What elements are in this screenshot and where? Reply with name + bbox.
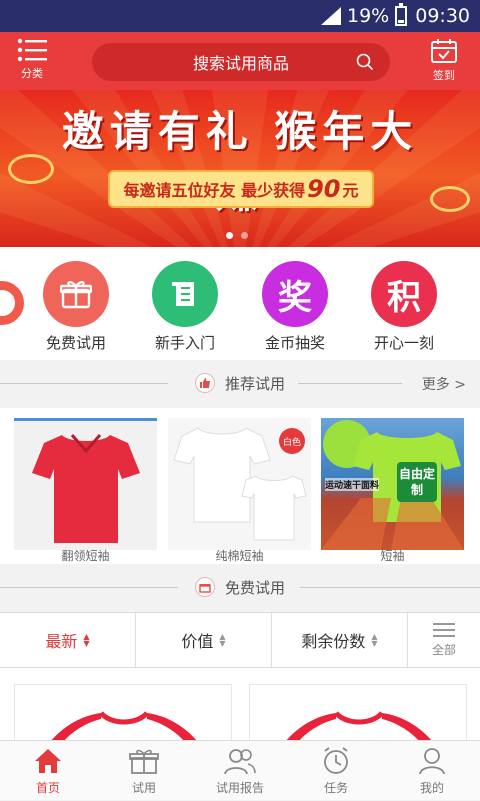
product-caption: 纯棉短袖 [215,549,264,563]
ji-icon: 积 [371,261,437,327]
raglan-tshirt-image [51,711,197,740]
promo-badge: 自由定制 [397,462,437,502]
red-polo-shirt-image [14,418,157,550]
nav-label: 首页 [35,780,60,795]
category-label: 分类 [21,67,43,80]
nav-label: 任务 [323,780,348,795]
sort-tab-label: 最新 [45,632,78,651]
green-sport-tshirt-image: 自由定制 运动速干面料 [321,418,464,550]
banner-subtitle: 每邀请五位好友 最少获得 90 元 [108,170,374,208]
sort-arrows-icon: ▲ ▼ [83,632,90,648]
recommended-header: 推荐试用 更多 > [0,360,480,406]
search-icon [356,53,374,71]
nav-label: 试用 [131,780,156,795]
nav-trial[interactable]: 试用 [96,741,192,801]
search-placeholder: 搜索试用商品 [192,54,289,73]
sort-arrows-icon: ▲ ▼ [371,632,378,648]
carousel-dots [226,232,248,239]
checkin-button[interactable]: 签到 [414,38,474,86]
app-header: 分类 搜索试用商品 签到 [0,32,480,90]
quick-happy-moment[interactable]: 积 开心一刻 [359,261,449,353]
nav-mine[interactable]: 我的 [384,741,480,801]
product-caption: 翻领短袖 [61,549,110,563]
gift-icon [129,749,159,774]
scroll-icon [152,261,218,327]
banner-sub-amount: 90 [307,175,341,203]
users-icon [224,748,256,774]
product-card[interactable]: 翻领短袖 [14,418,157,563]
color-tag: 白色 [279,428,305,454]
free-trial-header: 免费试用 [0,564,480,610]
free-trial-list [0,668,480,740]
status-bar: 19% 09:30 [0,0,480,32]
menu-list-icon [17,38,47,62]
user-icon [419,747,445,774]
sort-arrows-icon: ▲ ▼ [219,632,226,648]
quick-label: 开心一刻 [373,334,434,352]
quick-coin-lottery[interactable]: 奖 金币抽奖 [250,261,340,353]
sort-tab-newest[interactable]: 最新 ▲ ▼ [0,613,136,667]
nav-label: 试用报告 [215,780,264,795]
product-caption: 短袖 [380,549,405,563]
nav-tasks[interactable]: 任务 [288,741,384,801]
white-tshirt-image: 白色 [168,418,311,550]
quick-beginner[interactable]: 新手入门 [140,261,230,353]
signal-icon [321,7,341,25]
raglan-tshirt-image [286,711,432,740]
trial-product-card[interactable] [249,684,467,740]
sort-tab-label: 价值 [181,632,214,651]
carousel-dot [226,232,233,239]
home-icon [35,748,61,773]
quick-label: 新手入门 [154,334,215,352]
jiang-icon: 奖 [262,261,328,327]
product-card[interactable]: 自由定制 运动速干面料 短袖 [321,418,464,563]
promo-banner[interactable]: 邀请有礼 猴年大赚 每邀请五位好友 最少获得 90 元 [0,90,480,247]
trial-product-card[interactable] [14,684,232,740]
more-link[interactable]: 更多 > [422,374,466,394]
quick-label: 金币抽奖 [264,334,325,352]
all-filter-button[interactable]: 全部 [408,613,480,667]
sort-tab-value[interactable]: 价值 ▲ ▼ [136,613,272,667]
divider [298,383,402,384]
nav-home[interactable]: 首页 [0,741,96,801]
battery-icon [395,3,408,26]
divider [300,587,480,588]
all-label: 全部 [431,642,456,657]
free-trial-title: 免费试用 [224,578,285,597]
gift-icon [43,261,109,327]
hamburger-icon [433,622,455,637]
category-button[interactable]: 分类 [2,38,62,86]
search-input[interactable]: 搜索试用商品 [92,43,390,81]
sort-tab-label: 剩余份数 [301,632,366,651]
divider [0,587,178,588]
thumbs-up-icon [194,373,215,393]
lifebuoy-icon[interactable] [0,281,24,325]
nav-trial-report[interactable]: 试用报告 [192,741,288,801]
gift-small-icon [194,577,215,597]
divider [0,383,168,384]
checkin-label: 签到 [433,69,455,82]
quick-menu: 免费试用 新手入门 奖 金币抽奖 积 开心一刻 [0,247,480,360]
alarm-clock-icon [324,746,348,774]
sort-tab-remaining[interactable]: 剩余份数 ▲ ▼ [272,613,408,667]
nav-label: 我的 [419,780,444,795]
carousel-dot [241,232,248,239]
sort-tabs: 最新 ▲ ▼ 价值 ▲ ▼ 剩余份数 ▲ ▼ 全部 [0,612,480,668]
calendar-check-icon [431,39,457,63]
battery-percent: 19% [347,5,390,27]
banner-sub-prefix: 每邀请五位好友 最少获得 [123,181,306,200]
clock: 09:30 [415,5,470,27]
banner-sub-suffix: 元 [342,181,359,200]
recommended-title: 推荐试用 [224,374,285,393]
quick-label: 免费试用 [45,334,106,352]
quick-free-trial[interactable]: 免费试用 [31,261,121,353]
bottom-nav: 首页 试用 试用报告 任务 我的 [0,740,480,800]
product-card[interactable]: 白色 纯棉短袖 [168,418,311,563]
recommended-products: 翻领短袖 白色 纯棉短袖 自由定制 运动速干面料 短袖 [0,408,480,564]
fabric-note: 运动速干面料 [325,478,380,491]
